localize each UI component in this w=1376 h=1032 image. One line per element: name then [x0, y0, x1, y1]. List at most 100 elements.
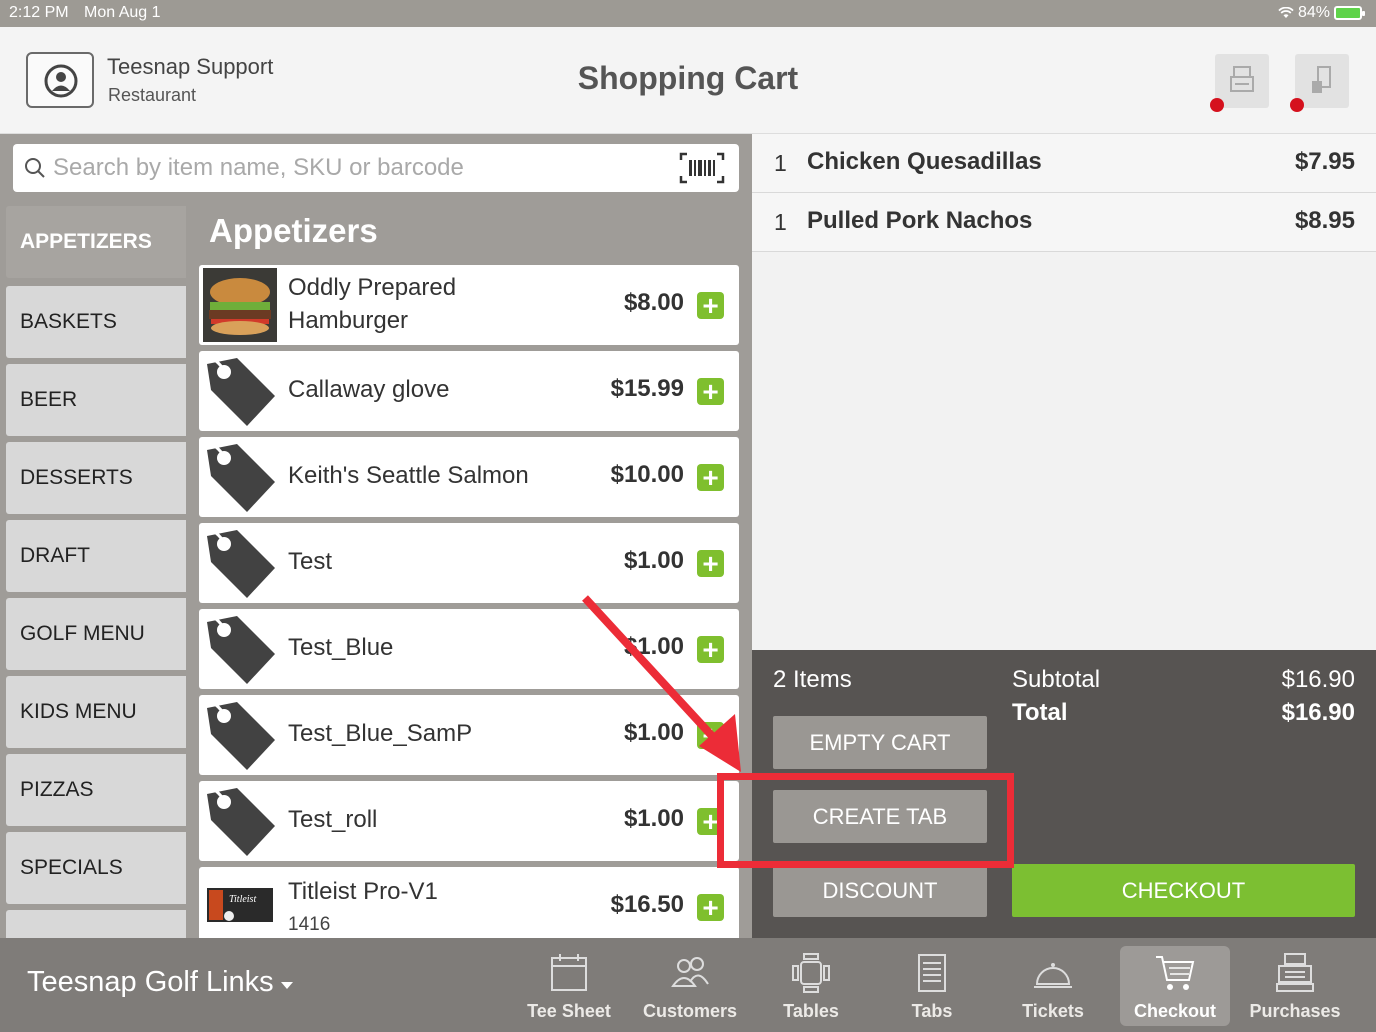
bottom-nav-bar: Teesnap Golf Links Tee Sheet Customers T… — [0, 938, 1376, 1032]
printer-button[interactable] — [1210, 54, 1269, 112]
search-icon — [25, 158, 45, 178]
product-price: $8.00 — [623, 289, 684, 316]
product-name: Test_roll — [288, 806, 378, 833]
product-price: $1.00 — [623, 547, 684, 574]
discount-button[interactable]: DISCOUNT — [773, 864, 987, 917]
item-count: 2 Items — [773, 666, 852, 693]
nav-tee-sheet[interactable]: Tee Sheet — [514, 946, 624, 1026]
battery-percent: 84% — [1297, 4, 1330, 21]
cart-line-price: $8.95 — [1294, 207, 1355, 234]
cart-line-name: Chicken Quesadillas — [807, 148, 1042, 175]
product-price: $1.00 — [623, 805, 684, 832]
product-name: Test_Blue — [288, 634, 394, 661]
golf-balls-photo: Titleist — [203, 870, 277, 938]
nav-label: Tee Sheet — [527, 1001, 611, 1021]
add-item-button[interactable]: + — [697, 550, 724, 578]
nav-label: Tabs — [911, 1001, 953, 1021]
people-icon — [671, 957, 709, 987]
category-appetizers[interactable]: APPETIZERS — [6, 206, 186, 278]
tag-icon — [204, 784, 275, 856]
category-specials[interactable]: SPECIALS — [6, 832, 186, 904]
register-icon — [1276, 953, 1314, 992]
cart-line-name: Pulled Pork Nachos — [807, 207, 1033, 234]
category-title: Appetizers — [209, 212, 378, 249]
nav-label: Checkout — [1133, 1001, 1216, 1021]
cart-icon — [1156, 956, 1195, 990]
search-input[interactable] — [53, 152, 653, 184]
nav-tables[interactable]: Tables — [756, 946, 866, 1026]
product-item[interactable]: Test_roll $1.00 + — [199, 781, 739, 861]
category-kids-menu[interactable]: KIDS MENU — [6, 676, 186, 748]
product-item[interactable]: Oddly Prepared Hamburger $8.00 + — [199, 265, 739, 345]
tag-icon — [204, 698, 275, 770]
nav-label: Customers — [642, 1001, 738, 1021]
table-icon — [792, 953, 830, 993]
nav-label: Tickets — [1022, 1001, 1084, 1021]
annotation-arrow — [582, 595, 741, 772]
chevron-down-icon[interactable] — [281, 982, 293, 989]
tag-icon — [204, 526, 275, 598]
card-reader-status-dot — [1290, 98, 1304, 112]
category-beer[interactable]: BEER — [6, 364, 186, 436]
cart-line-qty: 1 — [774, 209, 787, 235]
product-item[interactable]: Titleist Titleist Pro-V1 1416 $16.50 + — [199, 867, 739, 938]
category-desserts[interactable]: DESSERTS — [6, 442, 186, 514]
category-golf-menu[interactable]: GOLF MENU — [6, 598, 186, 670]
product-name: Oddly Prepared Hamburger — [288, 274, 457, 334]
add-item-button[interactable]: + — [697, 464, 724, 492]
add-item-button[interactable]: + — [697, 378, 724, 406]
svg-text:Titleist: Titleist — [229, 894, 256, 905]
add-item-button[interactable]: + — [697, 894, 724, 922]
cart-line[interactable]: 1 Pulled Pork Nachos $8.95 — [752, 193, 1376, 252]
wifi-icon — [1278, 7, 1294, 18]
product-name: Titleist Pro-V1 1416 — [288, 875, 438, 938]
category-house[interactable]: HOUSE — [6, 910, 186, 938]
nav-label: Purchases — [1249, 1001, 1341, 1021]
nav-purchases[interactable]: Purchases — [1240, 946, 1350, 1026]
nav-tabs[interactable]: Tabs — [877, 946, 987, 1026]
cart-line[interactable]: 1 Chicken Quesadillas $7.95 — [752, 134, 1376, 193]
venue-selector[interactable]: Teesnap Golf Links — [27, 966, 274, 999]
battery-icon — [1334, 6, 1365, 20]
search-bar[interactable] — [13, 144, 739, 192]
total-label: Total — [1012, 699, 1068, 726]
add-item-button[interactable]: + — [697, 292, 724, 320]
product-name: Keith's Seattle Salmon — [288, 462, 529, 489]
nav-checkout[interactable]: Checkout — [1120, 946, 1230, 1026]
subtotal-label: Subtotal — [1012, 666, 1101, 693]
cloche-icon — [1034, 963, 1072, 988]
tag-icon — [204, 440, 275, 512]
category-pizzas[interactable]: PIZZAS — [6, 754, 186, 826]
product-price: $15.99 — [610, 375, 684, 402]
calendar-icon — [551, 954, 587, 991]
product-item[interactable]: Callaway glove $15.99 + — [199, 351, 739, 431]
cart-panel: 1 Chicken Quesadillas $7.95 1 Pulled Por… — [752, 134, 1376, 650]
card-reader-button[interactable] — [1290, 54, 1349, 112]
tag-icon — [204, 354, 275, 426]
barcode-scan-icon[interactable] — [679, 152, 725, 184]
empty-cart-button[interactable]: EMPTY CART — [773, 716, 987, 769]
nav-tickets[interactable]: Tickets — [998, 946, 1108, 1026]
total-value: $16.90 — [1281, 699, 1355, 726]
product-name: Test_Blue_SamP — [288, 720, 473, 747]
card-reader-icon — [1312, 66, 1331, 93]
product-price: $10.00 — [610, 461, 684, 488]
page-title: Shopping Cart — [577, 60, 799, 96]
tag-icon — [204, 612, 275, 684]
cart-line-qty: 1 — [774, 150, 787, 176]
status-bar: 2:12 PM Mon Aug 1 84% — [0, 0, 1376, 27]
product-item[interactable]: Keith's Seattle Salmon $10.00 + — [199, 437, 739, 517]
category-baskets[interactable]: BASKETS — [6, 286, 186, 358]
category-draft[interactable]: DRAFT — [6, 520, 186, 592]
nav-customers[interactable]: Customers — [635, 946, 745, 1026]
cart-line-price: $7.95 — [1294, 148, 1355, 175]
printer-icon — [1230, 66, 1254, 92]
burger-photo — [203, 268, 277, 342]
receipt-icon — [918, 954, 946, 992]
nav-label: Tables — [783, 1001, 839, 1021]
product-panel: APPETIZERS BASKETS BEER DESSERTS DRAFT G… — [0, 134, 752, 938]
product-sku: 1416 — [288, 914, 331, 935]
status-date: Mon Aug 1 — [84, 4, 161, 21]
checkout-button[interactable]: CHECKOUT — [1012, 864, 1355, 917]
app-header: Teesnap Support Restaurant Shopping Cart — [0, 27, 1376, 134]
